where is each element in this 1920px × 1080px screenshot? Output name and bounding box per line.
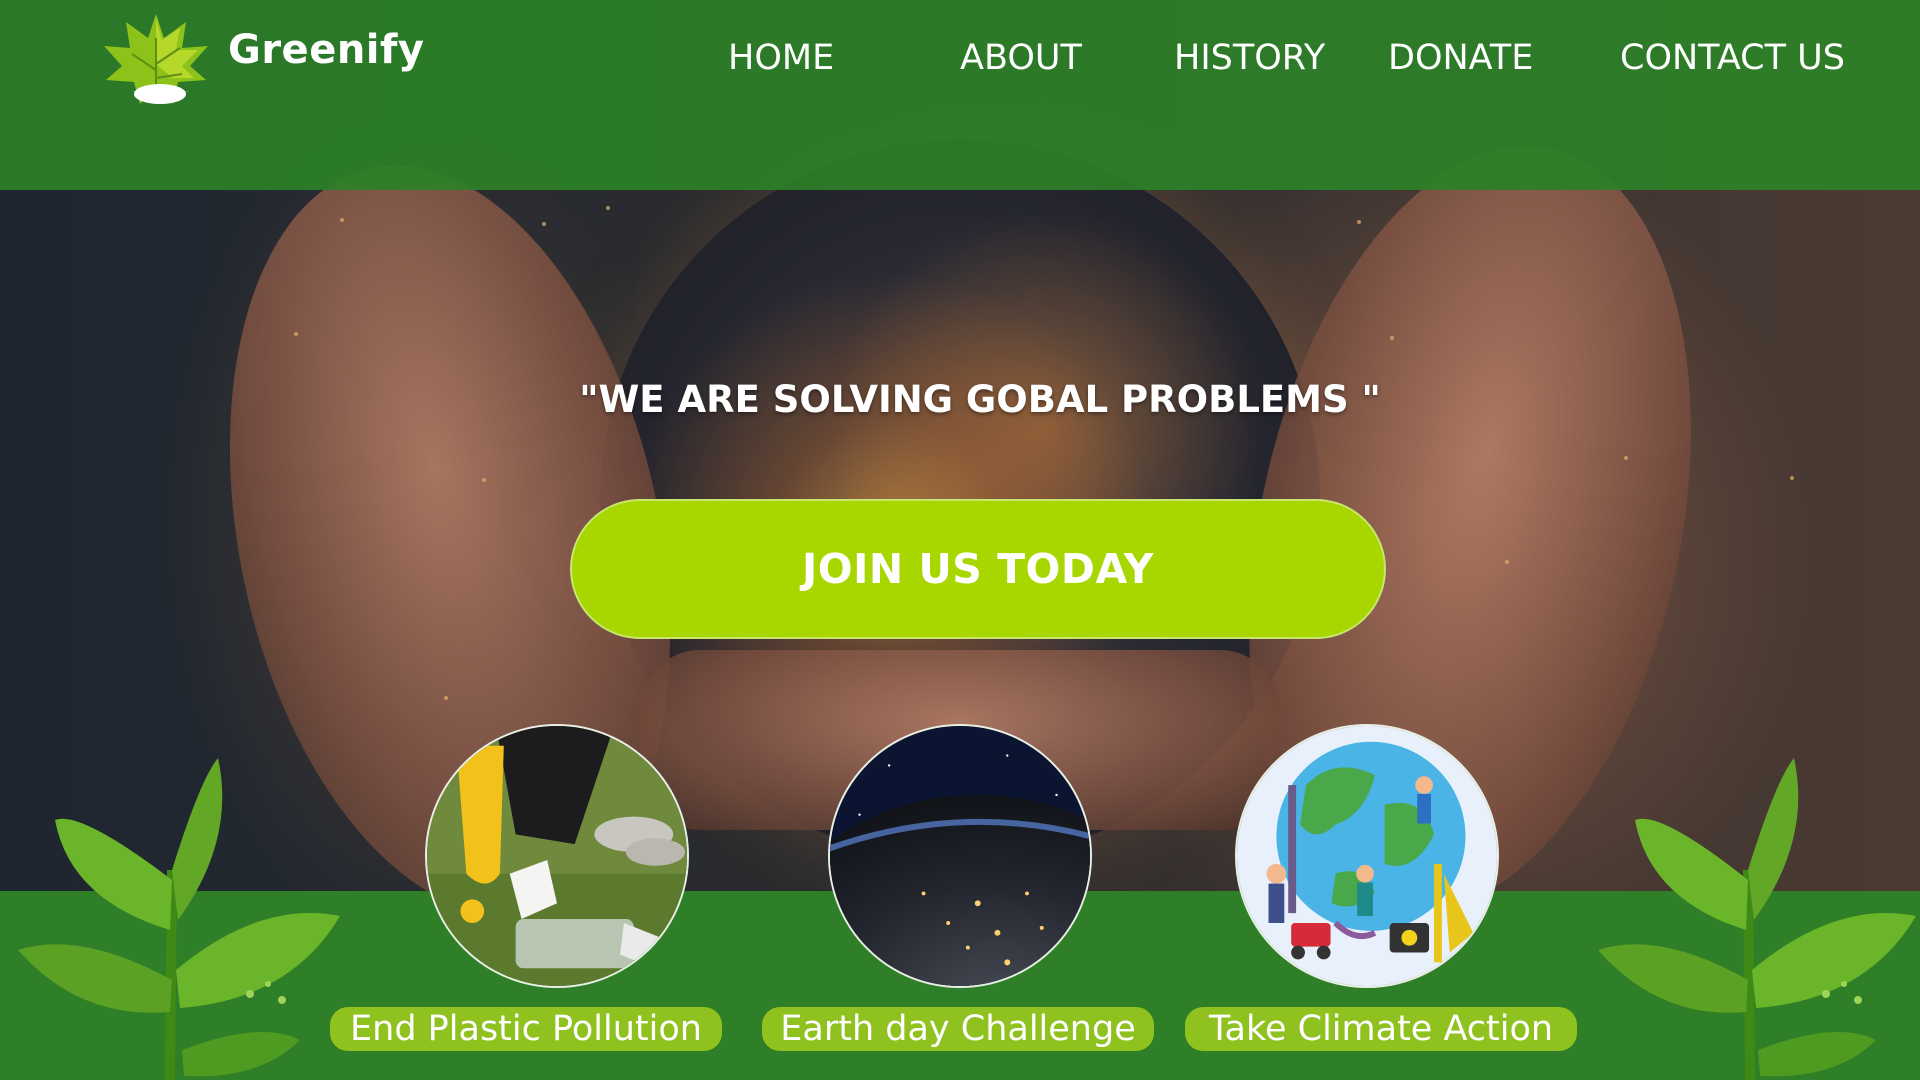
- earth-at-night-image[interactable]: [828, 724, 1092, 988]
- nav-link-home[interactable]: HOME: [728, 30, 834, 86]
- page: Greenify HOME ABOUT HISTORY DONATE CONTA…: [0, 0, 1920, 1080]
- main-nav: HOME ABOUT HISTORY DONATE CONTACT US: [0, 30, 1920, 86]
- sparkle: [1390, 336, 1394, 340]
- plastic-cleanup-image[interactable]: [425, 724, 689, 988]
- sparkle: [1357, 220, 1361, 224]
- earth-at-night-image-art: [830, 726, 1090, 986]
- right-plant-icon: [1598, 758, 1916, 1080]
- card-label-earth-day-challenge[interactable]: Earth day Challenge: [762, 1007, 1154, 1051]
- sparkle: [542, 222, 546, 226]
- left-plant-icon: [18, 758, 340, 1080]
- sparkle: [444, 696, 448, 700]
- card-label-end-plastic-pollution[interactable]: End Plastic Pollution: [330, 1007, 722, 1051]
- sparkle: [294, 332, 298, 336]
- sparkle: [1505, 560, 1509, 564]
- sparkle: [340, 218, 344, 222]
- nav-link-about[interactable]: ABOUT: [960, 30, 1082, 86]
- climate-action-illustration-art: [1237, 726, 1497, 986]
- site-header: Greenify HOME ABOUT HISTORY DONATE CONTA…: [0, 0, 1920, 190]
- hero-tagline: "WE ARE SOLVING GOBAL PROBLEMS ": [579, 378, 1381, 421]
- plastic-cleanup-image-art: [427, 726, 687, 986]
- nav-link-donate[interactable]: DONATE: [1388, 30, 1533, 86]
- nav-link-history[interactable]: HISTORY: [1174, 30, 1325, 86]
- sparkle: [1790, 476, 1794, 480]
- sparkle: [606, 206, 610, 210]
- sparkle: [1624, 456, 1628, 460]
- join-us-button[interactable]: JOIN US TODAY: [570, 499, 1386, 639]
- nav-link-contact-us[interactable]: CONTACT US: [1620, 30, 1845, 86]
- card-label-take-climate-action[interactable]: Take Climate Action: [1185, 1007, 1577, 1051]
- climate-action-illustration[interactable]: [1235, 724, 1499, 988]
- sparkle: [482, 478, 486, 482]
